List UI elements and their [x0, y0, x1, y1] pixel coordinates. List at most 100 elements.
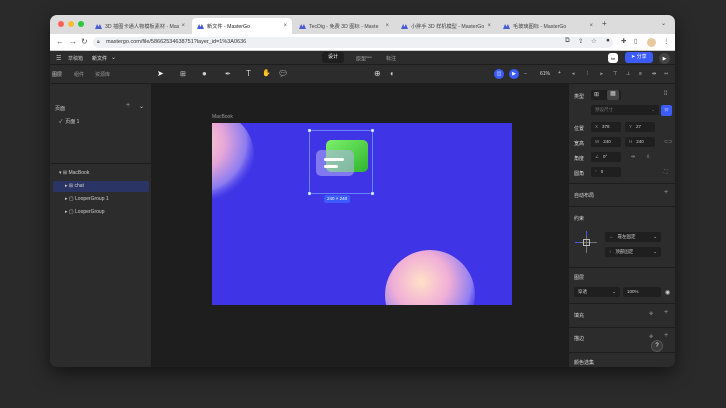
rotation-field[interactable]: ∠ 0° [591, 152, 621, 162]
browser-tab[interactable]: 3D 插图卡通人物模板素材 - Mas × [90, 18, 190, 34]
file-name[interactable]: 新文件 [92, 55, 107, 62]
visibility-eye-icon[interactable]: ◉ [665, 289, 670, 296]
mask-icon[interactable]: ◐ [390, 69, 395, 78]
browser-menu-icon[interactable]: ⋮ [663, 37, 670, 45]
align-bottom-icon[interactable]: ≡ [639, 71, 642, 77]
align-right-icon[interactable]: ⫸ [600, 71, 603, 77]
move-tool-icon[interactable]: ➤ [157, 69, 164, 78]
browser-tab[interactable]: 毛玻璃图标 - MasterGo × [498, 18, 598, 34]
maximize-window-button[interactable] [78, 21, 84, 27]
frame-label[interactable]: MacBook [212, 114, 233, 120]
tab-library[interactable]: 资源库 [95, 71, 110, 78]
more-options-icon[interactable]: ⁞⁞ [664, 91, 667, 97]
close-tab-icon[interactable]: × [181, 23, 185, 29]
back-icon[interactable]: ← [56, 37, 64, 46]
zoom-in-icon[interactable]: + [558, 70, 561, 76]
tab-layers[interactable]: 图层 [52, 71, 62, 78]
drafts-link[interactable]: 草稿箱 [68, 55, 83, 62]
new-tab-icon[interactable]: + [602, 19, 607, 28]
browser-tab[interactable]: TecDig - 免费 3D 图标 - Maste × [294, 18, 394, 34]
help-button[interactable]: ? [651, 340, 663, 352]
extension-icon[interactable]: ● [606, 37, 610, 44]
add-page-icon[interactable]: + [126, 102, 130, 109]
view-mode-icon[interactable]: ◫ [494, 69, 504, 79]
x-field[interactable]: X 378 [591, 122, 621, 132]
browser-tab[interactable]: 小胖手 3D 样机模型 - MasterGo × [396, 18, 496, 34]
layer-row-selected[interactable]: ▸ ⊞ chat [53, 181, 149, 192]
close-tab-icon[interactable]: × [487, 23, 491, 29]
resize-handle[interactable] [307, 191, 312, 196]
horizontal-constraint-select[interactable]: ↔ 靠左固定 ⌄ [605, 232, 661, 242]
close-tab-icon[interactable]: × [589, 23, 593, 29]
mode-prototype-button[interactable]: 原型beta [356, 55, 372, 63]
macbook-frame[interactable]: 240 × 240 [212, 123, 512, 305]
group-type-icon[interactable]: ▦ [607, 90, 619, 100]
vertical-constraint-select[interactable]: ↕ 顶部固定 ⌄ [605, 247, 661, 257]
align-center-h-icon[interactable]: ⫶ [587, 71, 588, 77]
zoom-level[interactable]: 61% [540, 71, 550, 77]
comment-tool-icon[interactable]: 💬︎ [278, 69, 288, 78]
distribute-icon[interactable]: ⇹ [652, 71, 656, 77]
layer-row[interactable]: ▾ ⊞ MacBook [53, 168, 149, 179]
blend-mode-select[interactable]: 穿透 ⌄ [574, 287, 620, 297]
share-page-icon[interactable]: ⇪ [578, 37, 583, 45]
url-field[interactable]: 🔒︎ mastergo.com/file/58662534638751?laye… [93, 37, 613, 48]
mode-design-button[interactable]: 设计 [322, 52, 345, 63]
frame-type-toggle[interactable]: ⊞ ▦ [591, 90, 621, 100]
y-field[interactable]: Y 27 [625, 122, 655, 132]
add-autolayout-icon[interactable]: + [664, 189, 668, 196]
main-menu-icon[interactable]: ☰ [56, 55, 61, 62]
shape-tool-icon[interactable]: ● [202, 69, 207, 78]
frame-tool-icon[interactable]: ⊞ [180, 70, 186, 78]
add-fill-icon[interactable]: + [664, 309, 668, 316]
resize-to-fit-icon[interactable]: ⤧ [661, 105, 672, 116]
mode-annotation-button[interactable]: 标注 [386, 55, 396, 62]
height-field[interactable]: H 240 [625, 137, 655, 147]
constraint-left-active[interactable] [575, 242, 580, 243]
component-icon[interactable]: ⊕ [374, 69, 381, 78]
tidy-icon[interactable]: ⇿ [664, 71, 668, 77]
browser-tab-active[interactable]: 新文件 - MasterGo × [192, 18, 292, 34]
close-tab-icon[interactable]: × [283, 23, 287, 29]
resize-handle[interactable] [307, 128, 312, 133]
zoom-out-icon[interactable]: − [524, 71, 527, 77]
profile-avatar[interactable] [647, 38, 656, 47]
preset-size-select[interactable]: 预设尺寸 ⌄ [591, 105, 659, 115]
resize-handle[interactable] [370, 128, 375, 133]
puzzle-icon[interactable]: ✚ [621, 37, 626, 45]
share-button[interactable]: ➤ 分享 [625, 52, 653, 63]
align-middle-icon[interactable]: ⊥ [626, 71, 630, 77]
bookmark-star-icon[interactable]: ☆ [591, 37, 597, 45]
page-item[interactable]: ✓ 页面 1 [53, 117, 149, 128]
tab-list-chevron-icon[interactable]: ⌄ [661, 20, 666, 27]
independent-corners-icon[interactable]: ⛶ [664, 169, 668, 175]
file-menu-chevron-icon[interactable]: ⌄ [111, 54, 116, 61]
close-tab-icon[interactable]: × [385, 23, 389, 29]
lock-ratio-icon[interactable]: ⊂⊃ [664, 139, 672, 145]
width-field[interactable]: W 240 [591, 137, 621, 147]
reload-icon[interactable]: ↻ [81, 37, 88, 46]
collapse-pages-icon[interactable]: ⌄ [139, 103, 144, 110]
minimize-window-button[interactable] [68, 21, 74, 27]
collaborator-avatar[interactable]: he [608, 53, 618, 63]
flip-horizontal-icon[interactable]: ⇹ [631, 154, 635, 160]
text-tool-icon[interactable]: T [246, 69, 251, 78]
add-stroke-icon[interactable]: + [664, 332, 668, 339]
forward-icon[interactable]: → [69, 37, 77, 46]
constraint-widget[interactable] [575, 231, 599, 255]
frame-type-icon[interactable]: ⊞ [594, 91, 599, 98]
fill-style-icon[interactable]: ✥ [649, 311, 653, 317]
align-left-icon[interactable]: ⫷ [572, 71, 575, 77]
preview-play-icon[interactable]: ▶ [509, 69, 519, 79]
resize-handle[interactable] [370, 191, 375, 196]
layer-row[interactable]: ▸ ▢ LooperGroup 1 [53, 194, 149, 205]
radius-field[interactable]: ◜ 0 [591, 167, 621, 177]
flip-vertical-icon[interactable]: ⇳ [646, 154, 650, 160]
play-icon[interactable]: ▶ [659, 53, 670, 64]
canvas[interactable]: MacBook 240 × 240 [152, 84, 568, 367]
install-icon[interactable]: ⧉ [565, 37, 570, 45]
hand-tool-icon[interactable]: ✋ [262, 69, 271, 77]
close-window-button[interactable] [58, 21, 64, 27]
align-top-icon[interactable]: ⊤ [613, 71, 617, 77]
layer-row[interactable]: ▸ ▢ LooperGroup [53, 207, 149, 218]
